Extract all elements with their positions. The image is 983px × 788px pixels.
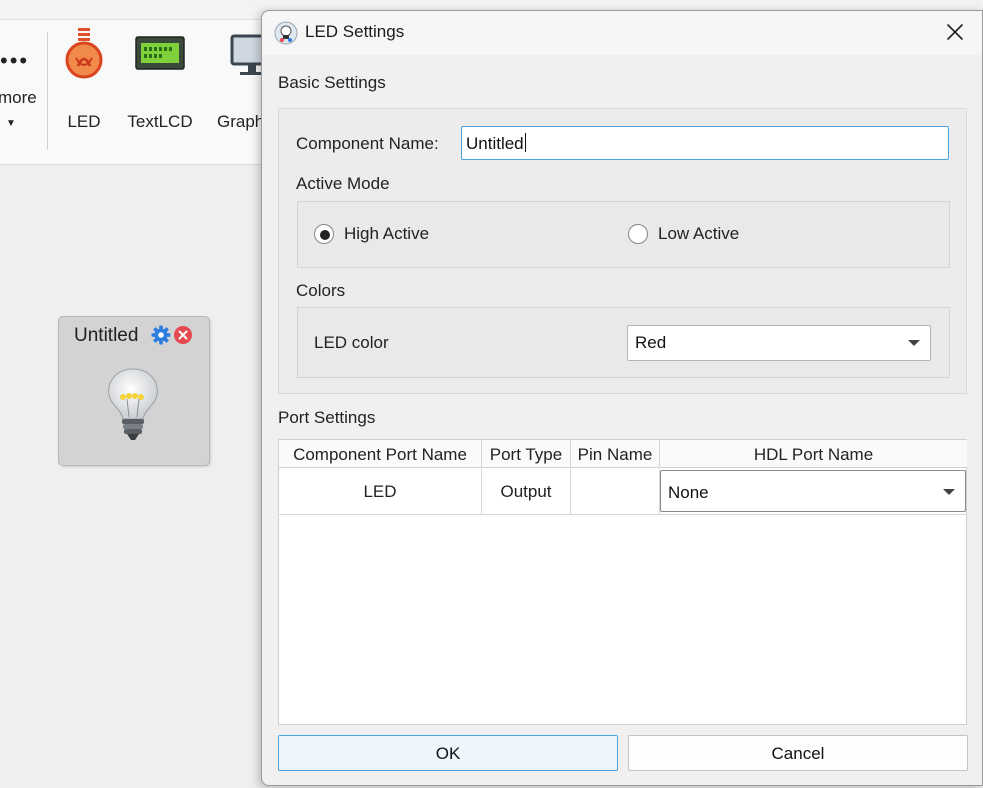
led-bulb-icon <box>65 28 103 79</box>
cell-port-type[interactable]: Output <box>482 469 571 515</box>
colors-heading: Colors <box>296 281 346 300</box>
delete-icon[interactable] <box>173 325 193 345</box>
led-color-label: LED color <box>314 333 389 352</box>
low-active-radio[interactable]: Low Active <box>628 224 768 246</box>
chevron-down-icon <box>943 489 955 495</box>
column-header-pin-name[interactable]: Pin Name <box>571 440 660 468</box>
dialog-titlebar[interactable]: LED Settings <box>262 11 982 55</box>
column-header-component-port-name[interactable]: Component Port Name <box>279 440 482 468</box>
component-name-input[interactable]: Untitled <box>461 126 949 160</box>
led-settings-dialog: LED Settings Basic Settings Component Na… <box>261 10 983 786</box>
active-mode-heading: Active Mode <box>296 174 390 193</box>
textlcd-icon <box>135 36 185 70</box>
low-active-radio-circle <box>628 224 648 244</box>
led-color-dropdown[interactable]: Red <box>627 325 931 361</box>
low-active-label: Low Active <box>658 224 740 243</box>
hdl-port-name-value: None <box>668 483 709 502</box>
radio-selected-dot <box>320 230 330 240</box>
ribbon-led-label: LED <box>67 112 101 131</box>
hdl-port-name-dropdown[interactable]: None <box>660 470 966 512</box>
active-mode-group: High Active Low Active <box>297 201 950 268</box>
ribbon-led-button[interactable]: LED <box>56 20 112 160</box>
colors-group: LED color Red <box>297 307 950 378</box>
column-header-hdl-port-name[interactable]: HDL Port Name <box>660 440 967 468</box>
close-icon[interactable] <box>942 19 968 45</box>
led-component-card[interactable]: Untitled <box>58 316 210 466</box>
high-active-radio[interactable]: High Active <box>314 224 454 246</box>
ribbon-separator <box>47 32 48 150</box>
lightbulb-icon <box>108 368 158 440</box>
ok-button[interactable]: OK <box>278 735 618 771</box>
basic-settings-heading: Basic Settings <box>278 73 386 92</box>
led-color-value: Red <box>635 333 667 352</box>
led-component-title: Untitled <box>74 325 139 346</box>
column-header-port-type[interactable]: Port Type <box>482 440 571 468</box>
cell-component-port-name[interactable]: LED <box>279 469 482 515</box>
chevron-down-icon <box>908 340 920 346</box>
cancel-button[interactable]: Cancel <box>628 735 968 771</box>
ribbon-textlcd-button[interactable]: TextLCD <box>124 20 196 160</box>
more-label[interactable]: more <box>0 88 37 108</box>
more-icon[interactable]: ••• <box>0 48 29 74</box>
high-active-radio-circle <box>314 224 334 244</box>
component-name-label: Component Name: <box>296 134 439 153</box>
cell-pin-name[interactable] <box>571 469 660 515</box>
ribbon-textlcd-label: TextLCD <box>127 112 193 131</box>
cell-hdl-port-name: None <box>660 469 967 515</box>
dialog-title: LED Settings <box>305 22 405 41</box>
component-name-value: Untitled <box>466 134 524 153</box>
port-settings-heading: Port Settings <box>278 408 376 427</box>
app-logo-icon <box>274 21 298 45</box>
gear-icon[interactable] <box>151 325 171 345</box>
more-caret-icon[interactable]: ▼ <box>6 118 16 129</box>
port-settings-table[interactable]: Component Port Name Port Type Pin Name H… <box>278 439 967 725</box>
high-active-label: High Active <box>344 224 430 243</box>
text-cursor <box>524 133 526 152</box>
